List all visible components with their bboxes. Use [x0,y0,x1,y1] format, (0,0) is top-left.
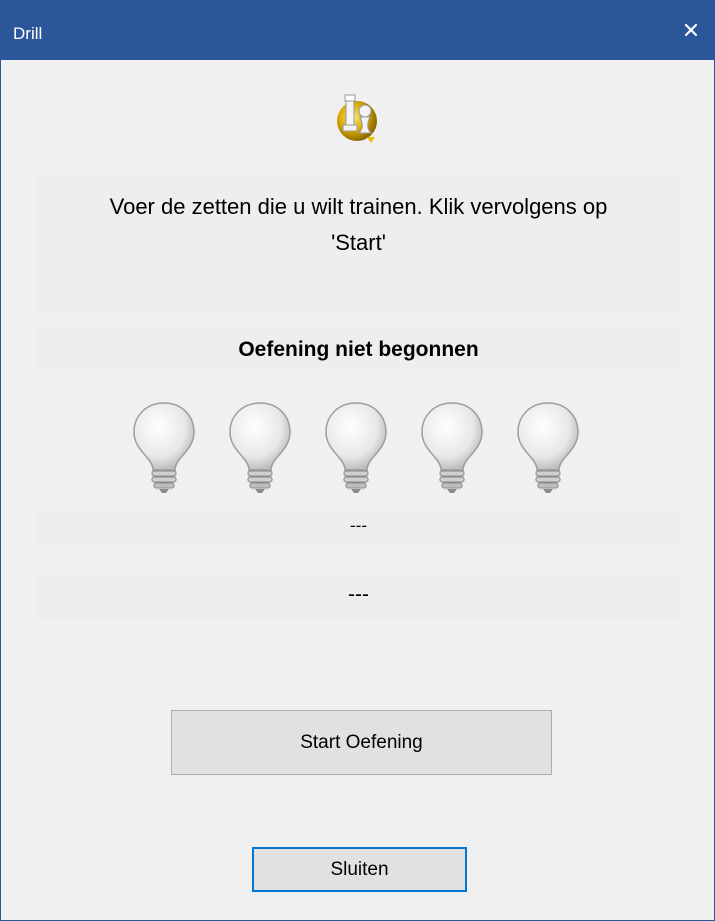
instruction-line-2: 'Start' [331,230,386,255]
lightbulb-icon [517,402,579,493]
dialog-body: Voer de zetten die u wilt trainen. Klik … [1,60,714,920]
lightbulb-icon [421,402,483,493]
result-line-2: --- [37,570,680,620]
close-icon [684,23,698,37]
hint-bulbs [131,400,591,495]
start-drill-button[interactable]: Start Oefening [171,710,552,775]
drill-dialog: Drill Voer de zetten die u wilt trainen.… [0,0,715,921]
instruction-line-1: Voer de zetten die u wilt trainen. Klik … [109,194,608,219]
result-line-1: --- [37,507,680,545]
window-close-button[interactable] [668,0,714,60]
window-title: Drill [13,24,43,43]
lightbulb-icon [229,402,291,493]
chess-drill-icon [337,94,377,143]
instruction-text: Voer de zetten die u wilt trainen. Klik … [37,175,680,315]
drill-status-label: Oefening niet begonnen [37,325,680,375]
lightbulb-icon [133,402,195,493]
title-bar[interactable]: Drill [1,0,714,60]
lightbulb-icon [325,402,387,493]
close-button[interactable]: Sluiten [252,847,467,892]
